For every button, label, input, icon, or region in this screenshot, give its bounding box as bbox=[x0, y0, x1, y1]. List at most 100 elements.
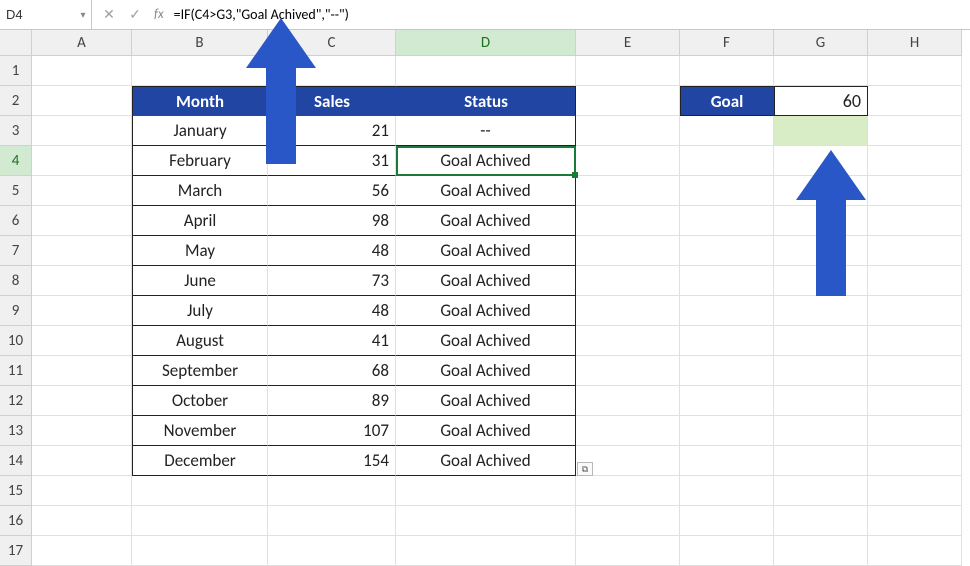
cell-B7[interactable]: May bbox=[132, 236, 268, 266]
cell-H6[interactable] bbox=[868, 206, 962, 236]
cell-E10[interactable] bbox=[576, 326, 680, 356]
cell-C7[interactable]: 48 bbox=[268, 236, 396, 266]
cell-F3[interactable] bbox=[680, 116, 774, 146]
cell-A10[interactable] bbox=[32, 326, 132, 356]
cell-A13[interactable] bbox=[32, 416, 132, 446]
cell-H11[interactable] bbox=[868, 356, 962, 386]
name-box-dropdown-icon[interactable]: ▾ bbox=[75, 8, 91, 21]
cell-C16[interactable] bbox=[268, 506, 396, 536]
cell-D1[interactable] bbox=[396, 56, 576, 86]
cell-C4[interactable]: 31 bbox=[268, 146, 396, 176]
row-header-10[interactable]: 10 bbox=[0, 326, 32, 356]
cell-F5[interactable] bbox=[680, 176, 774, 206]
cell-B8[interactable]: June bbox=[132, 266, 268, 296]
cell-F14[interactable] bbox=[680, 446, 774, 476]
cell-H8[interactable] bbox=[868, 266, 962, 296]
cell-C2[interactable]: Sales bbox=[268, 86, 396, 116]
cell-F9[interactable] bbox=[680, 296, 774, 326]
cell-G15[interactable] bbox=[774, 476, 868, 506]
row-header-17[interactable]: 17 bbox=[0, 536, 32, 566]
cell-A14[interactable] bbox=[32, 446, 132, 476]
cell-F16[interactable] bbox=[680, 506, 774, 536]
cell-H1[interactable] bbox=[868, 56, 962, 86]
cell-B5[interactable]: March bbox=[132, 176, 268, 206]
cell-C13[interactable]: 107 bbox=[268, 416, 396, 446]
cell-G5[interactable] bbox=[774, 176, 868, 206]
spreadsheet-grid[interactable]: A B C D E F G H 12MonthSalesStatusGoal60… bbox=[0, 30, 970, 566]
cell-A17[interactable] bbox=[32, 536, 132, 566]
cell-D15[interactable]: ⧉ bbox=[396, 476, 576, 506]
cell-D4[interactable]: Goal Achived bbox=[396, 146, 576, 176]
cell-C8[interactable]: 73 bbox=[268, 266, 396, 296]
cell-H7[interactable] bbox=[868, 236, 962, 266]
row-header-3[interactable]: 3 bbox=[0, 116, 32, 146]
cell-D9[interactable]: Goal Achived bbox=[396, 296, 576, 326]
cell-H4[interactable] bbox=[868, 146, 962, 176]
cell-G13[interactable] bbox=[774, 416, 868, 446]
cell-A5[interactable] bbox=[32, 176, 132, 206]
row-header-4[interactable]: 4 bbox=[0, 146, 32, 176]
cell-D6[interactable]: Goal Achived bbox=[396, 206, 576, 236]
row-header-9[interactable]: 9 bbox=[0, 296, 32, 326]
cell-F7[interactable] bbox=[680, 236, 774, 266]
cell-D3[interactable]: -- bbox=[396, 116, 576, 146]
col-header-B[interactable]: B bbox=[132, 30, 268, 56]
cell-E2[interactable] bbox=[576, 86, 680, 116]
cell-C14[interactable]: 154 bbox=[268, 446, 396, 476]
cell-A1[interactable] bbox=[32, 56, 132, 86]
row-header-6[interactable]: 6 bbox=[0, 206, 32, 236]
cell-H5[interactable] bbox=[868, 176, 962, 206]
cell-D5[interactable]: Goal Achived bbox=[396, 176, 576, 206]
cell-E6[interactable] bbox=[576, 206, 680, 236]
cell-G3[interactable] bbox=[774, 116, 868, 146]
cell-C15[interactable] bbox=[268, 476, 396, 506]
cell-D11[interactable]: Goal Achived bbox=[396, 356, 576, 386]
row-header-11[interactable]: 11 bbox=[0, 356, 32, 386]
cell-G6[interactable] bbox=[774, 206, 868, 236]
cell-E15[interactable] bbox=[576, 476, 680, 506]
cell-A15[interactable] bbox=[32, 476, 132, 506]
cell-F12[interactable] bbox=[680, 386, 774, 416]
col-header-G[interactable]: G bbox=[774, 30, 868, 56]
cell-D16[interactable] bbox=[396, 506, 576, 536]
formula-input[interactable] bbox=[170, 6, 970, 23]
cell-D2[interactable]: Status bbox=[396, 86, 576, 116]
cell-E13[interactable] bbox=[576, 416, 680, 446]
row-header-2[interactable]: 2 bbox=[0, 86, 32, 116]
cell-E9[interactable] bbox=[576, 296, 680, 326]
col-header-F[interactable]: F bbox=[680, 30, 774, 56]
cell-D8[interactable]: Goal Achived bbox=[396, 266, 576, 296]
cell-H14[interactable] bbox=[868, 446, 962, 476]
fx-icon[interactable]: fx bbox=[148, 7, 170, 22]
cell-C12[interactable]: 89 bbox=[268, 386, 396, 416]
cell-E3[interactable] bbox=[576, 116, 680, 146]
row-header-5[interactable]: 5 bbox=[0, 176, 32, 206]
cell-B11[interactable]: September bbox=[132, 356, 268, 386]
cell-H17[interactable] bbox=[868, 536, 962, 566]
row-header-8[interactable]: 8 bbox=[0, 266, 32, 296]
cell-D17[interactable] bbox=[396, 536, 576, 566]
cell-H10[interactable] bbox=[868, 326, 962, 356]
cell-F8[interactable] bbox=[680, 266, 774, 296]
cell-F15[interactable] bbox=[680, 476, 774, 506]
row-header-15[interactable]: 15 bbox=[0, 476, 32, 506]
cancel-icon[interactable]: ✕ bbox=[96, 6, 122, 23]
cell-B14[interactable]: December bbox=[132, 446, 268, 476]
cell-G2[interactable]: 60 bbox=[774, 86, 868, 116]
name-box[interactable] bbox=[0, 7, 75, 22]
cell-B2[interactable]: Month bbox=[132, 86, 268, 116]
cell-H16[interactable] bbox=[868, 506, 962, 536]
cell-F6[interactable] bbox=[680, 206, 774, 236]
row-header-1[interactable]: 1 bbox=[0, 56, 32, 86]
cell-G1[interactable] bbox=[774, 56, 868, 86]
cell-G12[interactable] bbox=[774, 386, 868, 416]
cell-A2[interactable] bbox=[32, 86, 132, 116]
cell-E1[interactable] bbox=[576, 56, 680, 86]
row-header-12[interactable]: 12 bbox=[0, 386, 32, 416]
cell-C9[interactable]: 48 bbox=[268, 296, 396, 326]
cell-E4[interactable] bbox=[576, 146, 680, 176]
cell-F10[interactable] bbox=[680, 326, 774, 356]
cell-H13[interactable] bbox=[868, 416, 962, 446]
cell-B15[interactable] bbox=[132, 476, 268, 506]
cell-B3[interactable]: January bbox=[132, 116, 268, 146]
